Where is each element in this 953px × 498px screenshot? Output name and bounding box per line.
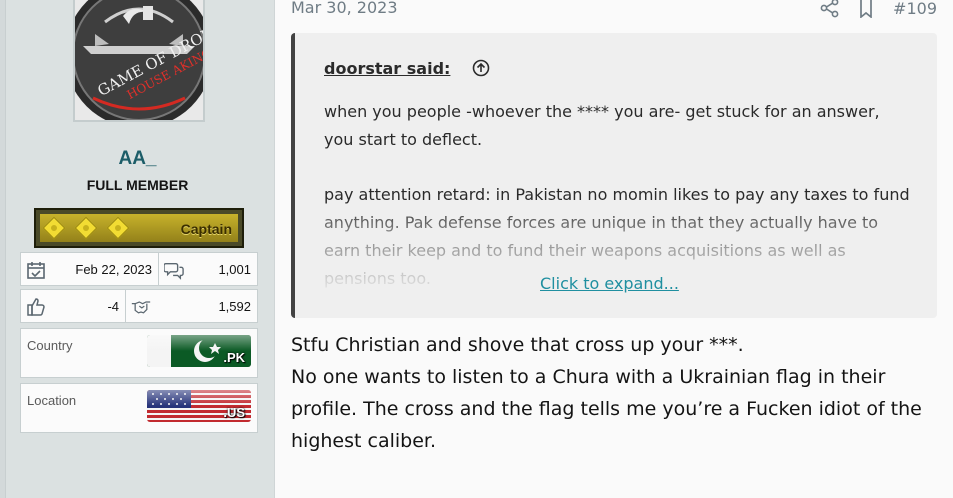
sidebar-edge	[0, 0, 6, 498]
thumbs-up-icon	[27, 298, 45, 316]
location-label: Location	[27, 393, 77, 408]
avatar-image: GAME OF DRONES HOUSE AKING	[75, 0, 203, 120]
country-code: .PK	[223, 350, 245, 365]
quote-paragraph: when you people -whoever the **** you ar…	[324, 102, 880, 149]
reactions-score: -4	[107, 299, 119, 314]
location-field: Location .US	[20, 383, 258, 433]
rank-label: Captain	[180, 221, 232, 237]
post-message: Stfu Christian and shove that cross up y…	[291, 329, 941, 457]
bookmark-icon[interactable]	[855, 0, 877, 19]
country-field: Country .PK	[20, 328, 258, 378]
post-date[interactable]: Mar 30, 2023	[291, 0, 398, 17]
location-code: .US	[223, 405, 245, 420]
user-title: FULL MEMBER	[86, 177, 189, 193]
joined-stat: Feb 22, 2023	[20, 252, 159, 286]
pakistan-flag-icon: .PK	[147, 335, 251, 367]
handshake-icon	[131, 301, 151, 314]
country-label: Country	[27, 338, 73, 353]
avatar[interactable]: GAME OF DRONES HOUSE AKING	[73, 0, 205, 122]
expand-quote-link[interactable]: Click to expand...	[540, 274, 679, 293]
post-actions: #109	[805, 0, 937, 19]
user-sidebar: GAME OF DRONES HOUSE AKING AA_ FULL MEMB…	[0, 0, 275, 498]
messages-count: 1,001	[218, 262, 251, 277]
rank-star-icon	[74, 216, 98, 240]
reactions-stat: -4	[20, 289, 126, 323]
speech-bubbles-icon	[164, 262, 184, 280]
rank-star-icon	[106, 216, 130, 240]
message-line: Stfu Christian and shove that cross up y…	[291, 334, 744, 356]
calendar-check-icon	[27, 262, 45, 279]
joined-date: Feb 22, 2023	[75, 262, 152, 277]
rank-banner: Captain	[34, 208, 244, 248]
post-number[interactable]: #109	[893, 0, 937, 18]
quote-author[interactable]: doorstar said:	[324, 59, 450, 78]
arrow-up-circle-icon[interactable]	[472, 59, 490, 77]
usa-flag-icon: .US	[147, 390, 251, 422]
quote-block: doorstar said: when you people -whoever …	[291, 33, 937, 318]
rank-star-icon	[42, 216, 66, 240]
points-count: 1,592	[218, 299, 251, 314]
points-stat: 1,592	[125, 289, 258, 323]
messages-stat: 1,001	[158, 252, 258, 286]
message-line: No one wants to listen to a Chura with a…	[291, 366, 922, 452]
username[interactable]: AA_	[0, 148, 275, 170]
share-icon[interactable]	[819, 0, 841, 18]
